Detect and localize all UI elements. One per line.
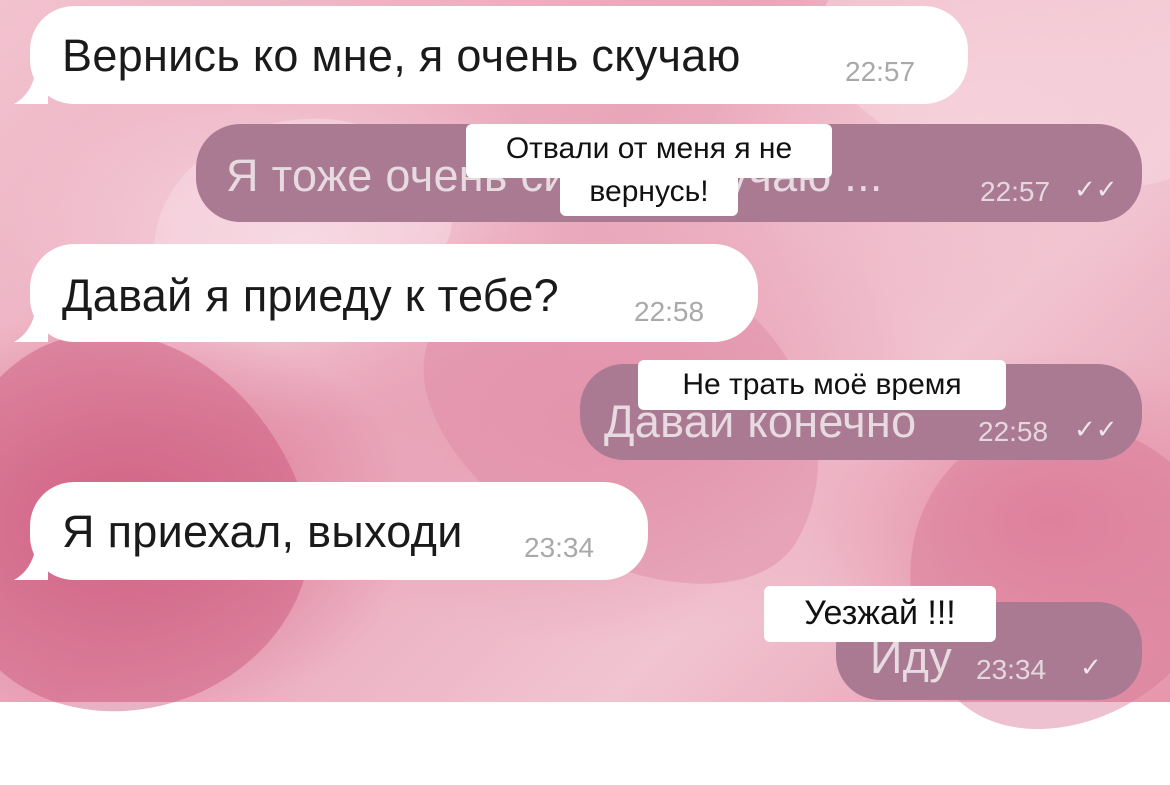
double-check-icon: ✓✓ [1074,174,1118,204]
double-check-icon: ✓✓ [1074,414,1118,444]
sticker-text: Уезжай !!! [804,594,956,632]
message-bubble-incoming[interactable]: Я приехал, выходи 23:34 [30,482,648,580]
single-check-icon: ✓ [1080,652,1102,682]
message-text: Вернись ко мне, я очень скучаю [62,30,741,81]
sticker-text: Не трать моё время [682,368,962,401]
bubble-tail [14,546,48,580]
message-time: 22:57 [845,56,916,87]
message-bubble-incoming[interactable]: Давай я приеду к тебе? 22:58 [30,244,758,342]
sticker-label: вернусь! [560,170,738,216]
message-time: 22:57 [980,176,1051,207]
sticker-label: Уезжай !!! [764,586,996,642]
sticker-label: Не трать моё время [638,360,1006,410]
sticker-line: вернусь! [589,175,709,208]
sticker-line: Отвали от меня я не [505,132,793,165]
bubble-tail [14,70,48,104]
message-bubble-incoming[interactable]: Вернись ко мне, я очень скучаю 22:57 [30,6,968,104]
message-time: 22:58 [978,416,1049,447]
bubble-tail [14,308,48,342]
message-text: Я приехал, выходи [62,506,463,557]
message-time: 23:34 [976,654,1047,685]
message-text: Давай я приеду к тебе? [62,270,560,321]
message-time: 23:34 [524,532,595,563]
message-time: 22:58 [634,296,705,327]
